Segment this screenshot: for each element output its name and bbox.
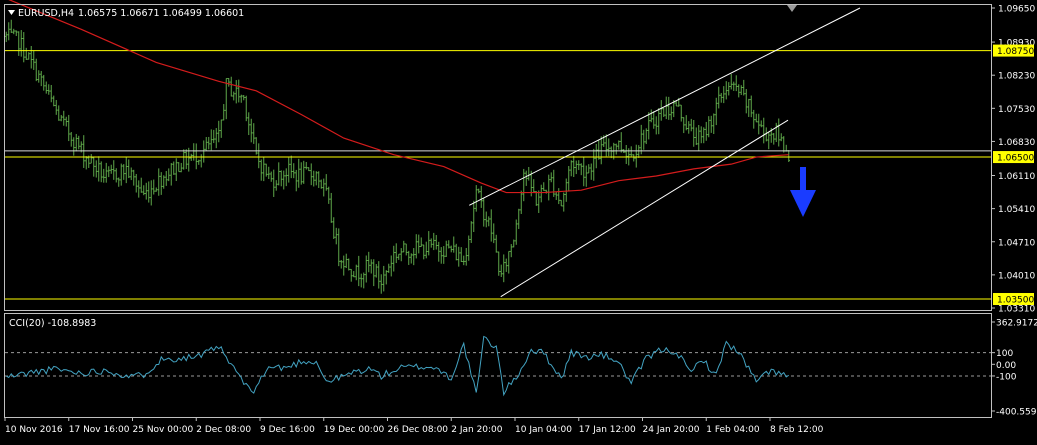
price-tick-label: 1.04010 [998, 271, 1035, 281]
time-tick-label: 17 Jan 12:00 [579, 425, 636, 435]
cci-tick-label: -100 [996, 372, 1017, 382]
level-price-tag[interactable]: 1.06500 [993, 151, 1034, 164]
chart-canvas[interactable]: 1.096501.089301.082301.075301.068301.061… [0, 0, 1037, 441]
price-tick-label: 1.04710 [998, 238, 1035, 248]
time-tick-label: 19 Dec 00:00 [324, 425, 385, 435]
cci-title: CCI(20) -108.8983 [9, 318, 96, 329]
level-tag-label: 1.08750 [997, 47, 1034, 57]
level-tag-label: 1.03500 [997, 296, 1034, 306]
symbol-label: EURUSD,H4 [18, 8, 74, 19]
level-price-tag[interactable]: 1.08750 [993, 44, 1034, 58]
level-tag-label: 1.06500 [997, 154, 1034, 164]
time-tick-label: 17 Nov 16:00 [69, 425, 130, 435]
arrow-shaft [800, 167, 806, 193]
time-tick-label: 2 Dec 08:00 [196, 425, 251, 435]
price-tick-label: 1.08230 [998, 72, 1035, 82]
price-tick-label: 1.05410 [998, 205, 1035, 215]
ohlc-readout: 1.06575 1.06671 1.06499 1.06601 [78, 8, 244, 19]
time-tick-label: 2 Jan 20:00 [451, 425, 503, 435]
level-price-tag[interactable]: 1.03500 [993, 293, 1034, 306]
price-tick-label: 1.06830 [998, 138, 1035, 148]
time-tick-label: 1 Feb 04:00 [706, 425, 760, 435]
price-tick-label: 1.09650 [998, 5, 1035, 15]
trading-chart[interactable]: 1.09650 1.08930 1.08230 1.07530 1.06830 1.061… [0, 0, 1037, 441]
price-tick-label: 1.07530 [998, 105, 1035, 115]
time-tick-label: 8 Feb 12:00 [770, 425, 824, 435]
time-tick-label: 24 Jan 20:00 [643, 425, 700, 435]
time-tick-label: 25 Nov 00:00 [133, 425, 194, 435]
time-tick-label: 26 Dec 08:00 [388, 425, 449, 435]
price-tick-label: 1.06110 [998, 172, 1035, 182]
cci-tick-label: 362.9172 [996, 319, 1037, 329]
cci-tick-label: -400.5593 [996, 408, 1037, 418]
time-tick-label: 10 Nov 2016 [5, 425, 63, 435]
time-tick-label: 10 Jan 04:00 [515, 425, 572, 435]
time-tick-label: 9 Dec 16:00 [260, 425, 315, 435]
price-tick-label: 1.03310 [998, 305, 1035, 315]
cci-tick-label: 0.00 [996, 361, 1016, 371]
cci-tick-label: 100 [996, 349, 1013, 359]
